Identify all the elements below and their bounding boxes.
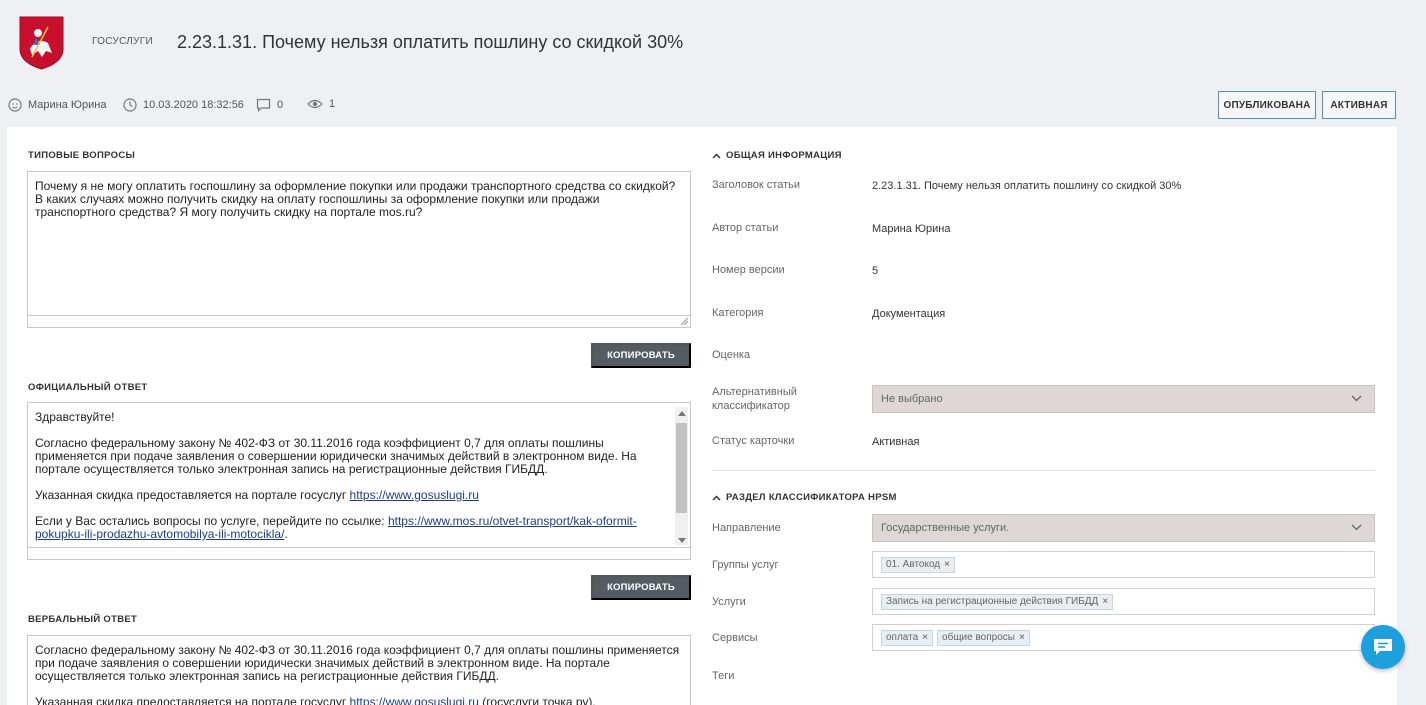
remove-tag-icon[interactable]: × [1102, 596, 1108, 607]
article-title-value: 2.23.1.31. Почему нельзя оплатить пошлин… [872, 180, 1182, 192]
remove-tag-icon[interactable]: × [1019, 632, 1025, 643]
rating-label: Оценка [712, 349, 751, 361]
author-label: Автор статьи [712, 222, 779, 234]
remove-tag-icon[interactable]: × [944, 559, 950, 570]
tag-label: общие вопросы [942, 632, 1015, 643]
tag-system: общие вопросы × [937, 629, 1030, 646]
chevron-up-icon [712, 494, 721, 501]
typical-questions-textarea[interactable]: Почему я не могу оплатить госпошлину за … [27, 171, 691, 328]
chat-button[interactable] [1361, 625, 1405, 669]
published-status-button[interactable]: ОПУБЛИКОВАНА [1218, 91, 1316, 119]
general-info-section-toggle[interactable]: ОБЩАЯ ИНФОРМАЦИЯ [712, 150, 842, 161]
comments-count: 0 [277, 99, 284, 111]
card-status-label: Статус карточки [712, 435, 795, 447]
version-label: Номер версии [712, 264, 785, 276]
systems-label: Сервисы [712, 632, 758, 644]
tag-label: Запись на регистрационные действия ГИБДД [886, 596, 1099, 607]
datetime-value: 10.03.2020 18:32:56 [143, 99, 244, 111]
official-greeting: Здравствуйте! [35, 410, 115, 424]
chevron-down-icon [1351, 395, 1362, 402]
verbal-answer-label: ВЕРБАЛЬНЫЙ ОТВЕТ [28, 614, 138, 625]
author-value: Марина Юрина [872, 223, 951, 235]
gosuslugi-link[interactable]: https://www.gosuslugi.ru [350, 488, 479, 502]
services-label: Услуги [712, 596, 746, 608]
service-groups-label: Группы услуг [712, 559, 779, 571]
chevron-down-icon [1351, 524, 1362, 531]
official-answer-scrollbar[interactable] [675, 407, 688, 545]
systems-input[interactable]: оплата × общие вопросы × [872, 624, 1375, 651]
category-label: Категория [712, 307, 764, 319]
scroll-down-arrow-icon[interactable] [678, 538, 686, 543]
typical-questions-text: Почему я не могу оплатить госпошлину за … [35, 179, 676, 219]
views-count: 1 [329, 98, 336, 110]
hpsm-section-toggle[interactable]: РАЗДЕЛ КЛАССИФИКАТОРА HPSM [712, 492, 897, 503]
card-status-value: Активная [872, 436, 920, 448]
chat-icon [1374, 639, 1392, 655]
tag-service: Запись на регистрационные действия ГИБДД… [881, 593, 1114, 610]
brand-name: ГОСУСЛУГИ [92, 36, 153, 47]
verbal-paragraph-1: Согласно федеральному закону № 402-ФЗ от… [35, 643, 680, 683]
official-paragraph-3: Если у Вас остались вопросы по услуге, п… [35, 515, 666, 541]
copy-typical-questions-button[interactable]: КОПИРОВАТЬ [591, 343, 691, 368]
remove-tag-icon[interactable]: × [922, 632, 928, 643]
official-paragraph-3-text: Если у Вас остались вопросы по услуге, п… [35, 514, 388, 528]
copy-official-answer-button[interactable]: КОПИРОВАТЬ [591, 575, 691, 600]
article-title-label: Заголовок статьи [712, 179, 800, 191]
hpsm-label: РАЗДЕЛ КЛАССИФИКАТОРА HPSM [726, 492, 897, 503]
official-paragraph-3-tail: . [284, 527, 288, 541]
author-name: Марина Юрина [28, 99, 107, 111]
category-value: Документация [872, 308, 946, 320]
user-icon [8, 98, 22, 112]
direction-value: Государственные услуги. [881, 522, 1010, 534]
meta-datetime: 10.03.2020 18:32:56 [123, 98, 244, 112]
direction-label: Направление [712, 522, 781, 534]
services-input[interactable]: Запись на регистрационные действия ГИБДД… [872, 588, 1375, 615]
tag-service-group: 01. Автокод × [881, 556, 955, 573]
scroll-up-arrow-icon[interactable] [678, 411, 686, 416]
official-paragraph-1: Согласно федеральному закону № 402-ФЗ от… [35, 436, 637, 476]
tags-label: Теги [712, 670, 735, 682]
eye-icon [307, 99, 323, 109]
section-divider [712, 470, 1375, 471]
meta-author: Марина Юрина [8, 98, 106, 112]
verbal-answer-textarea[interactable]: Согласно федеральному закону № 402-ФЗ от… [27, 635, 691, 705]
meta-bar: Марина Юрина 10.03.2020 18:32:56 0 1 [0, 88, 1426, 126]
verbal-paragraph-2-text: Указанная скидка предоставляется на порт… [35, 695, 350, 705]
service-groups-input[interactable]: 01. Автокод × [872, 551, 1375, 578]
official-answer-textarea[interactable]: Здравствуйте! Согласно федеральному зако… [27, 402, 691, 560]
top-bar: ГОСУСЛУГИ 2.23.1.31. Почему нельзя оплат… [0, 0, 1426, 88]
official-paragraph-2: Указанная скидка предоставляется на порт… [35, 489, 666, 502]
meta-comments[interactable]: 0 [256, 98, 283, 112]
general-info-label: ОБЩАЯ ИНФОРМАЦИЯ [726, 150, 842, 161]
scroll-thumb[interactable] [676, 423, 687, 513]
official-paragraph-2-text: Указанная скидка предоставляется на порт… [35, 488, 350, 502]
tag-label: 01. Автокод [886, 559, 941, 570]
verbal-paragraph-2-tail: (госуслуги точка ру). [478, 695, 596, 705]
chevron-up-icon [712, 152, 721, 159]
alt-classifier-label: Альтернативный классификатор [712, 386, 797, 412]
active-status-button[interactable]: АКТИВНАЯ [1322, 91, 1396, 119]
clock-icon [123, 98, 137, 112]
typical-questions-label: ТИПОВЫЕ ВОПРОСЫ [28, 150, 136, 161]
page-title: 2.23.1.31. Почему нельзя оплатить пошлин… [177, 32, 684, 52]
textarea-footer [28, 547, 690, 559]
resize-grip-icon[interactable] [681, 318, 688, 325]
alt-classifier-value: Не выбрано [881, 393, 943, 405]
textarea-footer [28, 315, 690, 327]
tag-system: оплата × [881, 629, 934, 646]
verbal-paragraph-2: Указанная скидка предоставляется на порт… [35, 696, 683, 705]
moscow-coat-of-arms-icon[interactable] [18, 15, 65, 70]
official-answer-label: ОФИЦИАЛЬНЫЙ ОТВЕТ [28, 382, 148, 393]
tag-label: оплата [886, 632, 919, 643]
alt-classifier-select[interactable]: Не выбрано [872, 385, 1375, 413]
direction-select[interactable]: Государственные услуги. [872, 514, 1375, 542]
verbal-gosuslugi-link[interactable]: https://www.gosuslugi.ru [350, 695, 479, 705]
version-value: 5 [872, 265, 879, 277]
comment-icon [256, 98, 271, 112]
meta-views: 1 [307, 98, 335, 110]
